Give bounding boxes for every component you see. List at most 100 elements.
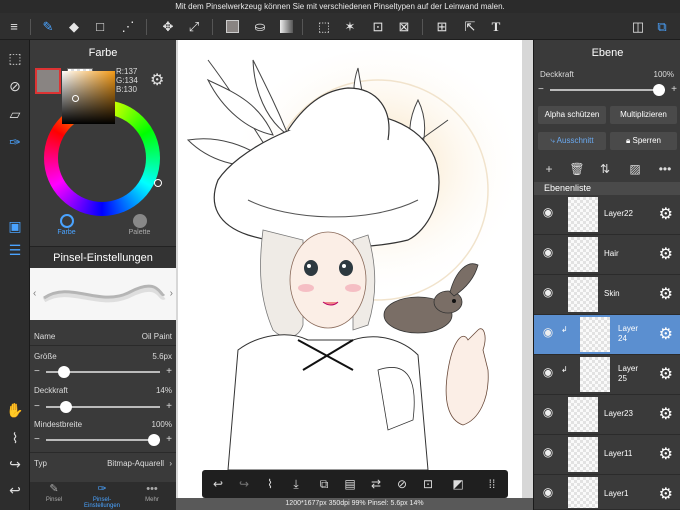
eye-icon[interactable]: ◉ bbox=[540, 245, 556, 261]
minus-icon[interactable]: − bbox=[34, 434, 40, 446]
tab-brush-settings[interactable]: ✑ Pinsel-Einstellungen bbox=[78, 482, 126, 510]
eye-icon[interactable]: ◉ bbox=[540, 205, 556, 221]
eye-icon[interactable]: ◉ bbox=[540, 325, 556, 341]
size-slider-knob[interactable] bbox=[58, 366, 71, 378]
hand-tool-icon[interactable]: ✋ bbox=[5, 400, 25, 420]
tab-more[interactable]: ••• Mehr bbox=[128, 482, 176, 510]
minus-icon[interactable]: − bbox=[34, 366, 40, 378]
brush-size-slider[interactable]: − + bbox=[34, 366, 172, 378]
clipping-button[interactable]: ⤷ Ausschnitt bbox=[538, 132, 606, 150]
hue-cursor[interactable] bbox=[154, 179, 162, 187]
navigator-icon[interactable]: ⊘ bbox=[5, 76, 25, 96]
eye-icon[interactable]: ◉ bbox=[540, 405, 556, 421]
grid-handle-icon[interactable]: ⁞⁞ bbox=[484, 476, 500, 492]
redo-icon[interactable]: ↪ bbox=[5, 454, 25, 474]
select-tool-icon[interactable]: ⬚ bbox=[314, 17, 334, 37]
redo-icon[interactable]: ↪ bbox=[236, 476, 252, 492]
color-panel-toggle-icon[interactable]: ▣ bbox=[5, 216, 25, 236]
plus-icon[interactable]: + bbox=[671, 84, 677, 96]
flip-horizontal-icon[interactable]: ⇄ bbox=[368, 476, 384, 492]
layer-settings-gear-icon[interactable]: ⚙ bbox=[659, 484, 673, 504]
stack-icon[interactable]: ⧉ bbox=[652, 17, 672, 37]
selection-icon[interactable]: ⬚ bbox=[5, 48, 25, 68]
tab-brush[interactable]: ✎ Pinsel bbox=[30, 482, 78, 510]
layer-settings-gear-icon[interactable]: ⚙ bbox=[659, 444, 673, 464]
layer-settings-gear-icon[interactable]: ⚙ bbox=[659, 364, 673, 384]
minus-icon[interactable]: − bbox=[538, 84, 544, 96]
layer-row[interactable]: ◉ Layer22 ⚙ bbox=[534, 195, 680, 235]
layer-settings-gear-icon[interactable]: ⚙ bbox=[659, 284, 673, 304]
blend-mode-button[interactable]: Multiplizieren bbox=[610, 106, 677, 124]
canvas-area[interactable]: ↩ ↪ ⌇ ⤓ ⧉ ▤ ⇄ ⊘ ⊡ ◩ ⁞⁞ 1200*1677px 350dp… bbox=[176, 40, 533, 510]
menu-icon[interactable]: ≡ bbox=[4, 17, 24, 37]
plus-icon[interactable]: + bbox=[166, 401, 172, 413]
eye-icon[interactable]: ◉ bbox=[540, 445, 556, 461]
layer-row[interactable]: ◉ ↲ Layer 25 ⚙ bbox=[534, 355, 680, 395]
transform-icon[interactable]: ⊡ bbox=[420, 476, 436, 492]
brush-tool-icon[interactable]: ✎ bbox=[38, 17, 58, 37]
text-tool-icon[interactable]: T bbox=[486, 17, 506, 37]
ruler-icon[interactable]: ▱ bbox=[5, 104, 25, 124]
bucket-tool-icon[interactable]: ⛀ bbox=[250, 17, 270, 37]
alpha-lock-button[interactable]: Alpha schützen bbox=[538, 106, 606, 124]
minwidth-slider-knob[interactable] bbox=[148, 434, 160, 446]
eye-icon[interactable]: ◉ bbox=[540, 485, 556, 501]
copy-icon[interactable]: ⧉ bbox=[316, 476, 332, 492]
layers-panel-icon[interactable]: ◫ bbox=[628, 17, 648, 37]
layer-row[interactable]: ◉ Layer11 ⚙ bbox=[534, 435, 680, 475]
undo-icon[interactable]: ↩ bbox=[210, 476, 226, 492]
eraser-tool-icon[interactable]: ◆ bbox=[64, 17, 84, 37]
color-settings-gear-icon[interactable]: ⚙ bbox=[150, 70, 164, 90]
operation-tool-icon[interactable]: ⇱ bbox=[460, 17, 480, 37]
brush-opacity-slider[interactable]: − + bbox=[34, 401, 172, 413]
eye-icon[interactable]: ◉ bbox=[540, 285, 556, 301]
brush-minwidth-slider[interactable]: − + bbox=[34, 434, 172, 446]
undo-icon[interactable]: ↩ bbox=[5, 480, 25, 500]
layer-row-selected[interactable]: ◉ ↲ Layer 24 ⚙ bbox=[534, 315, 680, 355]
main-color-swatch[interactable] bbox=[35, 68, 61, 94]
layer-row[interactable]: ◉ Hair ⚙ bbox=[534, 235, 680, 275]
plus-icon[interactable]: + bbox=[166, 366, 172, 378]
sv-cursor[interactable] bbox=[72, 95, 79, 102]
smudge-tool-icon[interactable]: ⋰ bbox=[118, 17, 138, 37]
layer-opacity-slider[interactable]: − + bbox=[538, 84, 677, 96]
layer-settings-gear-icon[interactable]: ⚙ bbox=[659, 324, 673, 344]
layer-row[interactable]: ◉ Layer23 ⚙ bbox=[534, 395, 680, 435]
move-tool-icon[interactable]: ✥ bbox=[158, 17, 178, 37]
transform-tool-icon[interactable]: ⤢ bbox=[184, 17, 204, 37]
eyedropper-icon[interactable]: ⌇ bbox=[262, 476, 278, 492]
layer-row[interactable]: ◉ Layer1 ⚙ bbox=[534, 475, 680, 510]
add-layer-icon[interactable]: + bbox=[540, 160, 558, 178]
more-icon[interactable]: ••• bbox=[656, 160, 674, 178]
layer-row[interactable]: ◉ Skin ⚙ bbox=[534, 275, 680, 315]
artboard[interactable] bbox=[178, 40, 528, 510]
tab-palette[interactable]: Palette bbox=[103, 212, 176, 242]
rotate-lock-icon[interactable]: ⊘ bbox=[394, 476, 410, 492]
pen-stabilizer-icon[interactable]: ✑ bbox=[5, 132, 25, 152]
magic-wand-icon[interactable]: ✶ bbox=[340, 17, 360, 37]
rectangle-tool-icon[interactable]: □ bbox=[90, 17, 110, 37]
clear-icon[interactable]: ◩ bbox=[450, 476, 466, 492]
tab-color[interactable]: Farbe bbox=[30, 212, 103, 242]
frame-divider-icon[interactable]: ⊞ bbox=[432, 17, 452, 37]
image-layer-icon[interactable]: ▨ bbox=[626, 160, 644, 178]
layer-settings-gear-icon[interactable]: ⚙ bbox=[659, 244, 673, 264]
eyedropper-icon[interactable]: ⌇ bbox=[5, 428, 25, 448]
eye-icon[interactable]: ◉ bbox=[540, 365, 556, 381]
select-eraser-icon[interactable]: ⊠ bbox=[394, 17, 414, 37]
layer-panel-toggle-icon[interactable]: ☰ bbox=[5, 240, 25, 260]
fill-color-icon[interactable] bbox=[222, 17, 242, 37]
lock-button[interactable]: 🔒︎ Sperren bbox=[610, 132, 677, 150]
reorder-layer-icon[interactable]: ⇅ bbox=[596, 160, 614, 178]
delete-layer-icon[interactable]: 🗑︎ bbox=[568, 160, 586, 178]
opacity-slider-knob[interactable] bbox=[60, 401, 73, 413]
layer-settings-gear-icon[interactable]: ⚙ bbox=[659, 404, 673, 424]
paste-icon[interactable]: ▤ bbox=[342, 476, 358, 492]
gradient-tool-icon[interactable] bbox=[276, 17, 296, 37]
select-pen-icon[interactable]: ⊡ bbox=[368, 17, 388, 37]
import-icon[interactable]: ⤓ bbox=[288, 476, 304, 492]
minus-icon[interactable]: − bbox=[34, 401, 40, 413]
saturation-value-square[interactable] bbox=[62, 71, 115, 124]
layer-opacity-knob[interactable] bbox=[653, 84, 665, 96]
layer-settings-gear-icon[interactable]: ⚙ bbox=[659, 204, 673, 224]
